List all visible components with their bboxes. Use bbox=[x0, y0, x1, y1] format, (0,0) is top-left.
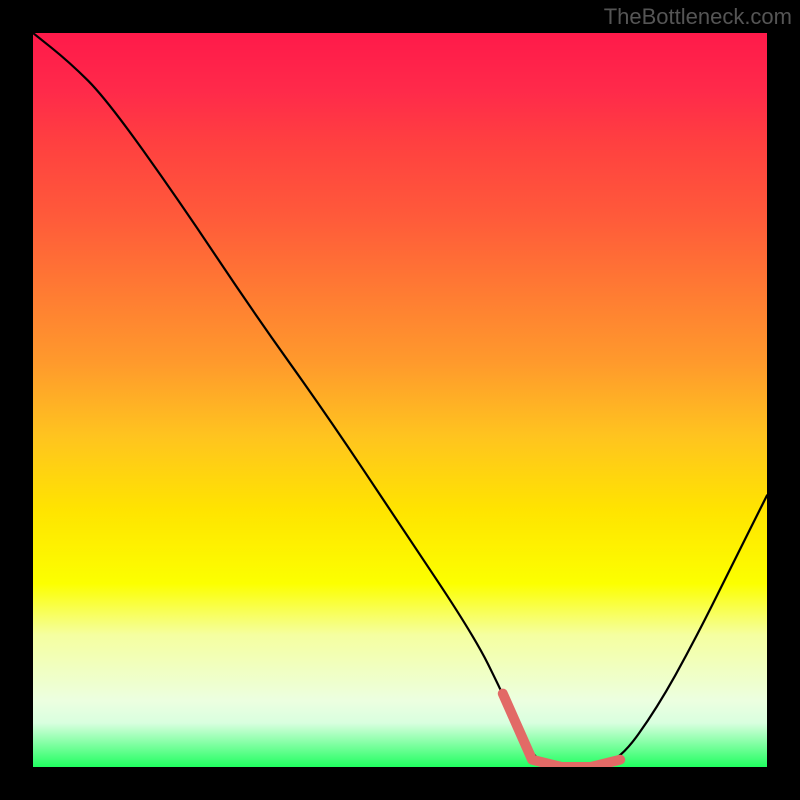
chart-plot-area bbox=[33, 33, 767, 767]
chart-curve-svg bbox=[33, 33, 767, 767]
highlight-segment bbox=[503, 694, 620, 767]
attribution-label: TheBottleneck.com bbox=[604, 4, 792, 30]
bottleneck-curve-line bbox=[33, 33, 767, 767]
